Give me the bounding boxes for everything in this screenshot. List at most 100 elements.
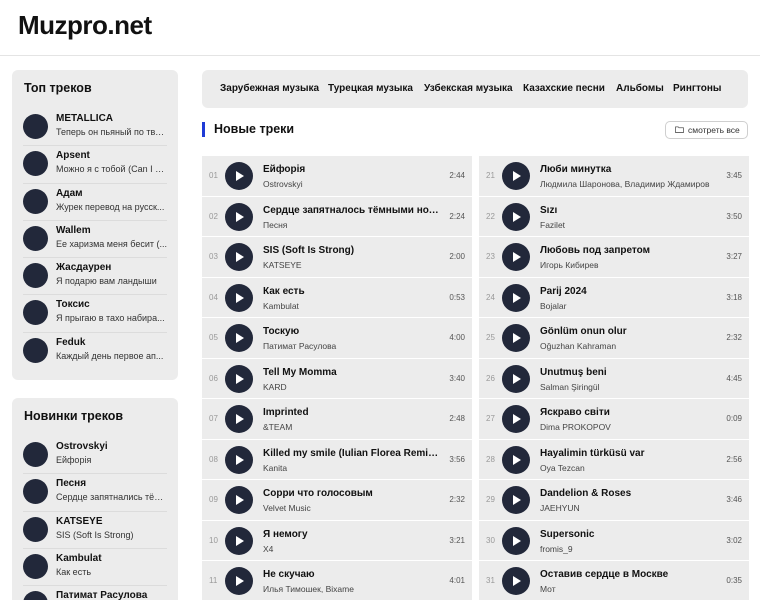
- track-artist[interactable]: KARD: [263, 382, 443, 392]
- track-title[interactable]: Как есть: [263, 286, 443, 297]
- track-artist[interactable]: fromis_9: [540, 544, 720, 554]
- play-icon[interactable]: [225, 364, 253, 393]
- play-icon[interactable]: [502, 445, 530, 474]
- top-track-item[interactable]: Wallem Ее харизма меня бесит (...: [23, 221, 167, 259]
- track-artist[interactable]: Песня: [263, 220, 443, 230]
- top-track-item[interactable]: METALLICA Теперь он пьяный по тво...: [23, 109, 167, 147]
- track-row[interactable]: 31 Оставив сердце в Москве Мот 0:35: [479, 561, 749, 600]
- new-track-item[interactable]: Ostrovskyi Ейфорія: [23, 437, 167, 475]
- nav-foreign-music[interactable]: Зарубежная музыка: [220, 83, 319, 94]
- nav-kazakh-songs[interactable]: Казахские песни: [523, 83, 605, 94]
- track-row[interactable]: 04 Как есть Kambulat 0:53: [202, 277, 472, 318]
- track-artist[interactable]: Oya Tezcan: [540, 463, 720, 473]
- track-title[interactable]: Parij 2024: [540, 286, 720, 297]
- track-title[interactable]: Сердце запятналось тёмными ночами: [263, 205, 443, 216]
- track-artist[interactable]: Bojalar: [540, 301, 720, 311]
- play-icon[interactable]: [502, 243, 530, 271]
- play-icon[interactable]: [225, 243, 253, 271]
- track-artist[interactable]: Velvet Music: [263, 503, 443, 513]
- track-artist[interactable]: Fazilet: [540, 220, 720, 230]
- track-title[interactable]: Я немогу: [263, 529, 443, 540]
- track-title[interactable]: Не скучаю: [263, 569, 443, 580]
- track-artist[interactable]: Игорь Кибирев: [540, 260, 720, 270]
- play-icon[interactable]: [225, 405, 253, 433]
- track-row[interactable]: 28 Hayalimin türküsü var Oya Tezcan 2:56: [479, 439, 749, 480]
- play-icon[interactable]: [225, 486, 253, 514]
- track-row[interactable]: 10 Я немогу X4 3:21: [202, 520, 472, 561]
- top-track-item[interactable]: Токсис Я прыгаю в тахо набира...: [23, 295, 167, 333]
- track-row[interactable]: 25 Gönlüm onun olur Oğuzhan Kahraman 2:32: [479, 318, 749, 359]
- track-artist[interactable]: Kanita: [263, 463, 443, 473]
- track-title[interactable]: Hayalimin türküsü var: [540, 448, 720, 459]
- top-track-item[interactable]: Жасдаурен Я подарю вам ландыши: [23, 258, 167, 296]
- play-icon[interactable]: [225, 162, 253, 190]
- view-all-button[interactable]: смотреть все: [665, 121, 748, 139]
- play-icon[interactable]: [502, 364, 530, 393]
- track-artist[interactable]: Мот: [540, 584, 720, 594]
- track-title[interactable]: Imprinted: [263, 407, 443, 418]
- track-row[interactable]: 09 Сорри что голосовым Velvet Music 2:32: [202, 480, 472, 521]
- track-row[interactable]: 02 Сердце запятналось тёмными ночами Песня…: [202, 196, 472, 237]
- track-title[interactable]: Gönlüm onun olur: [540, 326, 720, 337]
- nav-albums[interactable]: Альбомы: [616, 83, 664, 94]
- track-title[interactable]: Любовь под запретом: [540, 245, 720, 256]
- track-row[interactable]: 03 SIS (Soft Is Strong) KATSEYE 2:00: [202, 237, 472, 278]
- track-title[interactable]: Оставив сердце в Москве: [540, 569, 720, 580]
- nav-uzbek-music[interactable]: Узбекская музыка: [424, 83, 513, 94]
- track-artist[interactable]: Kambulat: [263, 301, 443, 311]
- track-artist[interactable]: Патимат Расулова: [263, 341, 443, 351]
- track-row[interactable]: 22 Sızı Fazilet 3:50: [479, 196, 749, 237]
- play-icon[interactable]: [225, 526, 253, 555]
- track-artist[interactable]: &TEAM: [263, 422, 443, 432]
- site-logo[interactable]: Muzpro.net: [18, 10, 152, 41]
- track-artist[interactable]: KATSEYE: [263, 260, 443, 270]
- play-icon[interactable]: [502, 202, 530, 231]
- top-track-item[interactable]: Apsent Можно я с тобой (Can I C...: [23, 146, 167, 184]
- track-artist[interactable]: Oğuzhan Kahraman: [540, 341, 720, 351]
- track-title[interactable]: SIS (Soft Is Strong): [263, 245, 443, 256]
- play-icon[interactable]: [225, 567, 253, 595]
- track-row[interactable]: 05 Тоскую Патимат Расулова 4:00: [202, 318, 472, 359]
- track-title[interactable]: Unutmuş beni: [540, 367, 720, 378]
- track-row[interactable]: 07 Imprinted &TEAM 2:48: [202, 399, 472, 440]
- track-title[interactable]: Люби минутка: [540, 164, 720, 175]
- track-row[interactable]: 11 Не скучаю Илья Тимошек, Bixame 4:01: [202, 561, 472, 600]
- track-title[interactable]: Сорри что голосовым: [263, 488, 443, 499]
- track-row[interactable]: 29 Dandelion & Roses JAEHYUN 3:46: [479, 480, 749, 521]
- track-row[interactable]: 24 Parij 2024 Bojalar 3:18: [479, 277, 749, 318]
- new-track-item[interactable]: Песня Сердце запятнались тём...: [23, 474, 167, 512]
- track-title[interactable]: Dandelion & Roses: [540, 488, 720, 499]
- track-row[interactable]: 30 Supersonic fromis_9 3:02: [479, 520, 749, 561]
- play-icon[interactable]: [225, 283, 253, 312]
- play-icon[interactable]: [502, 324, 530, 352]
- track-artist[interactable]: Людмила Шаронова, Владимир Ждамиров: [540, 179, 720, 189]
- new-track-item[interactable]: Патимат Расулова: [23, 586, 167, 600]
- top-track-item[interactable]: Адам Журек перевод на русск...: [23, 184, 167, 221]
- play-icon[interactable]: [225, 324, 253, 352]
- track-title[interactable]: Sızı: [540, 205, 720, 216]
- play-icon[interactable]: [502, 486, 530, 514]
- track-row[interactable]: 21 Люби минутка Людмила Шаронова, Владимир…: [479, 156, 749, 197]
- play-icon[interactable]: [502, 405, 530, 433]
- track-row[interactable]: 08 Killed my smile (Iulian Florea Remix R…: [202, 439, 472, 480]
- new-track-item[interactable]: KATSEYE SIS (Soft Is Strong): [23, 512, 167, 549]
- track-artist[interactable]: Илья Тимошек, Bixame: [263, 584, 443, 594]
- track-title[interactable]: Тоскую: [263, 326, 443, 337]
- new-track-item[interactable]: Kambulat Как есть: [23, 549, 167, 587]
- track-title[interactable]: Ейфорія: [263, 164, 443, 175]
- play-icon[interactable]: [502, 283, 530, 312]
- track-row[interactable]: 26 Unutmuş beni Salman Şiringül 4:45: [479, 358, 749, 399]
- play-icon[interactable]: [502, 162, 530, 190]
- play-icon[interactable]: [502, 567, 530, 595]
- track-artist[interactable]: Dima PROKOPOV: [540, 422, 720, 432]
- play-icon[interactable]: [502, 526, 530, 555]
- track-artist[interactable]: JAEHYUN: [540, 503, 720, 513]
- track-artist[interactable]: X4: [263, 544, 443, 554]
- track-row[interactable]: 27 Яскраво світи Dima PROKOPOV 0:09: [479, 399, 749, 440]
- track-artist[interactable]: Salman Şiringül: [540, 382, 720, 392]
- track-row[interactable]: 06 Tell My Momma KARD 3:40: [202, 358, 472, 399]
- track-row[interactable]: 01 Ейфорія Ostrovskyi 2:44: [202, 156, 472, 197]
- play-icon[interactable]: [225, 445, 253, 474]
- track-title[interactable]: Killed my smile (Iulian Florea Remix Ra.…: [263, 448, 443, 459]
- play-icon[interactable]: [225, 202, 253, 231]
